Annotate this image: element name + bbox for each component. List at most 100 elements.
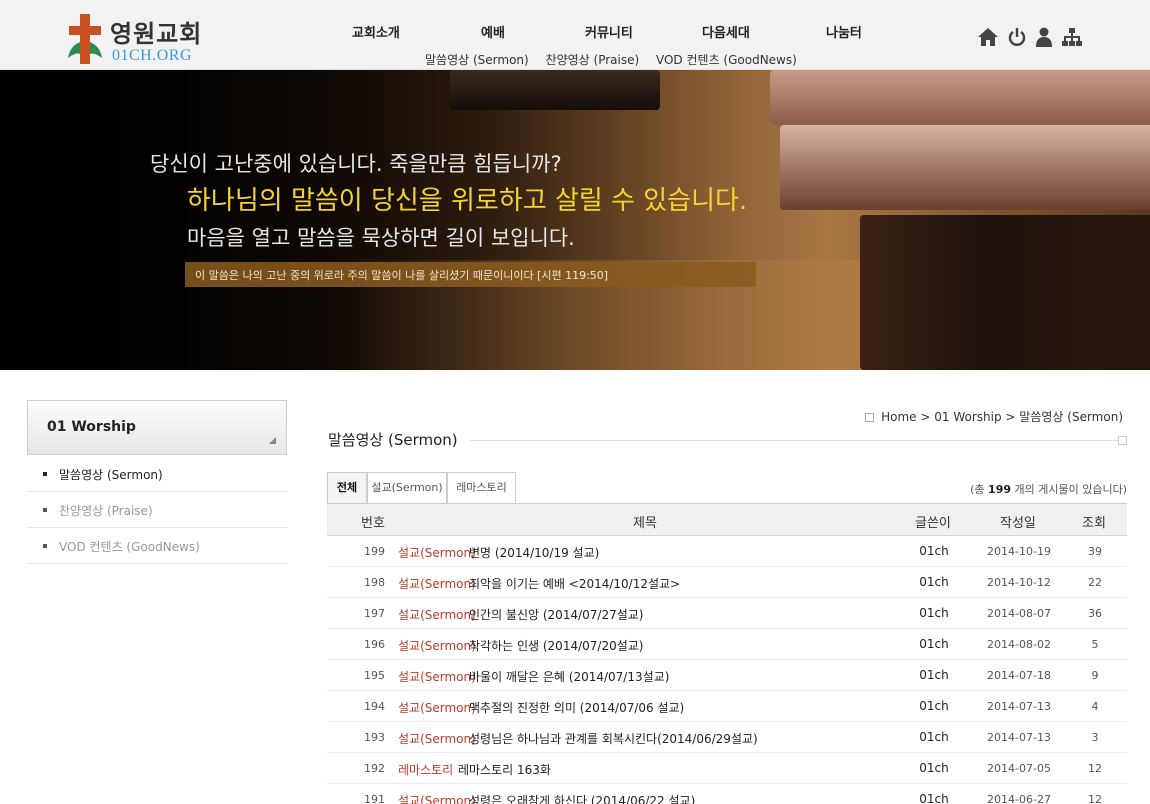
subnav-praise[interactable]: 찬양영상 (Praise): [546, 53, 640, 67]
row-category[interactable]: 설교(Sermon): [398, 575, 476, 592]
banner-line-1: 당신이 고난중에 있습니다. 죽을만큼 힘듭니까?: [150, 152, 562, 176]
row-number: 191: [364, 793, 385, 804]
row-writer[interactable]: 01ch: [908, 575, 960, 589]
row-category[interactable]: 설교(Sermon): [398, 637, 476, 654]
user-icon[interactable]: [1033, 26, 1055, 48]
hero-banner: 당신이 고난중에 있습니다. 죽을만큼 힘듭니까? 하나님의 말씀이 당신을 위…: [0, 70, 1150, 370]
row-date: 2014-07-18: [987, 669, 1051, 682]
row-date: 2014-07-05: [987, 762, 1051, 775]
row-subject-link[interactable]: 착각하는 인생 (2014/07/20설교): [469, 637, 643, 654]
subnav-vod[interactable]: VOD 컨텐츠 (GoodNews): [656, 53, 797, 67]
row-subject-link[interactable]: 성령님은 하나님과 관계를 회복시킨다(2014/06/29설교): [469, 730, 758, 747]
row-hits: 3: [1091, 731, 1099, 744]
nav-worship[interactable]: 예배: [481, 22, 505, 41]
subnav-sermon[interactable]: 말씀영상 (Sermon): [425, 53, 529, 67]
nav-community[interactable]: 커뮤니티: [585, 22, 633, 41]
row-date: 2014-10-19: [987, 545, 1051, 558]
total-number: 199: [988, 483, 1012, 496]
row-category[interactable]: 설교(Sermon): [398, 668, 476, 685]
row-writer[interactable]: 01ch: [908, 544, 960, 558]
row-date: 2014-07-13: [987, 700, 1051, 713]
breadcrumb-separator: >: [920, 410, 931, 424]
banner-line-2: 하나님의 말씀이 당신을 위로하고 살릴 수 있습니다.: [187, 186, 748, 216]
power-icon[interactable]: [1006, 26, 1028, 48]
sidebar-item-label: 말씀영상 (Sermon): [59, 468, 163, 482]
table-row: 191 설교(Sermon) 성령은 오래참게 하신다 (2014/06/22 …: [327, 784, 1127, 804]
site-header: 영원교회 01CH.ORG 교회소개 예배 커뮤니티 다음세대 나눔터 말씀영상…: [0, 0, 1150, 70]
tab-all[interactable]: 전체: [327, 472, 367, 503]
logo-name: 영원교회: [110, 20, 203, 48]
banner-book-back: [450, 70, 660, 110]
row-category[interactable]: 설교(Sermon): [398, 606, 476, 623]
sidebar-item-label: 찬양영상 (Praise): [59, 504, 153, 518]
sidebar-title-box[interactable]: 01 Worship: [27, 400, 287, 455]
row-number: 199: [364, 545, 385, 558]
main-nav: 교회소개 예배 커뮤니티 다음세대 나눔터: [330, 22, 890, 42]
home-icon[interactable]: [977, 26, 999, 48]
row-writer[interactable]: 01ch: [908, 668, 960, 682]
breadcrumb-home[interactable]: Home: [881, 410, 916, 424]
row-subject-link[interactable]: 죄악을 이기는 예배 <2014/10/12설교>: [469, 575, 680, 592]
row-hits: 4: [1091, 700, 1099, 713]
banner-book-bottom: [860, 215, 1150, 370]
row-category[interactable]: 설교(Sermon): [398, 699, 476, 716]
table-row: 198 설교(Sermon) 죄악을 이기는 예배 <2014/10/12설교>…: [327, 567, 1127, 598]
row-number: 193: [364, 731, 385, 744]
row-writer[interactable]: 01ch: [908, 792, 960, 804]
tab-sermon[interactable]: 설교(Sermon): [367, 472, 447, 503]
banner-verse-text: 이 말씀은 나의 고난 중의 위로라 주의 말씀이 나를 살리셨기 때문이니이다…: [195, 269, 609, 282]
row-hits: 12: [1088, 793, 1102, 804]
row-hits: 5: [1091, 638, 1099, 651]
bullet-icon: [43, 508, 47, 512]
corner-arrow-icon: [269, 437, 276, 444]
sidebar-title: 01 Worship: [47, 419, 136, 435]
row-subject-link[interactable]: 성령은 오래참게 하신다 (2014/06/22 설교): [469, 792, 695, 804]
bullet-icon: [43, 472, 47, 476]
table-header: 번호 제목 글쓴이 작성일 조회: [327, 504, 1127, 536]
nav-next-generation[interactable]: 다음세대: [702, 22, 750, 41]
row-subject-link[interactable]: 인간의 불신앙 (2014/07/27설교): [469, 606, 643, 623]
row-category[interactable]: 레마스토리: [398, 761, 453, 778]
page-title: 말씀영상 (Sermon): [328, 429, 470, 450]
row-category[interactable]: 설교(Sermon): [398, 544, 476, 561]
sitemap-icon[interactable]: [1061, 26, 1083, 48]
sidebar-item-sermon[interactable]: 말씀영상 (Sermon): [27, 456, 287, 492]
row-date: 2014-08-02: [987, 638, 1051, 651]
banner-verse-bar: 이 말씀은 나의 고난 중의 위로라 주의 말씀이 나를 살리셨기 때문이니이다…: [185, 262, 756, 287]
row-category[interactable]: 설교(Sermon): [398, 730, 476, 747]
table-row: 197 설교(Sermon) 인간의 불신앙 (2014/07/27설교) 01…: [327, 598, 1127, 629]
column-header-writer: 글쓴이: [915, 516, 951, 531]
table-row: 192 레마스토리 레마스토리 163화 01ch 2014-07-05 12: [327, 753, 1127, 784]
table-row: 194 설교(Sermon) 맥추절의 진정한 의미 (2014/07/06 설…: [327, 691, 1127, 722]
banner-line-3: 마음을 열고 말씀을 묵상하면 길이 보입니다.: [187, 226, 575, 250]
utility-icons: [977, 26, 1087, 48]
row-hits: 9: [1091, 669, 1099, 682]
breadcrumb-section[interactable]: 01 Worship: [934, 410, 1001, 424]
column-header-number: 번호: [361, 516, 385, 531]
row-subject-link[interactable]: 맥추절의 진정한 의미 (2014/07/06 설교): [469, 699, 684, 716]
row-writer[interactable]: 01ch: [908, 606, 960, 620]
worship-submenu: 말씀영상 (Sermon) 찬양영상 (Praise) VOD 컨텐츠 (Goo…: [425, 51, 810, 67]
sidebar-item-vod[interactable]: VOD 컨텐츠 (GoodNews): [27, 528, 287, 564]
sidebar-item-praise[interactable]: 찬양영상 (Praise): [27, 492, 287, 528]
row-writer[interactable]: 01ch: [908, 637, 960, 651]
row-writer[interactable]: 01ch: [908, 699, 960, 713]
breadcrumb-separator: >: [1005, 410, 1016, 424]
column-header-hits: 조회: [1082, 516, 1106, 531]
site-logo[interactable]: 영원교회 01CH.ORG: [66, 12, 206, 68]
nav-church-intro[interactable]: 교회소개: [352, 22, 400, 41]
row-hits: 12: [1088, 762, 1102, 775]
row-date: 2014-08-07: [987, 607, 1051, 620]
row-subject-link[interactable]: 변명 (2014/10/19 설교): [469, 544, 599, 561]
row-category[interactable]: 설교(Sermon): [398, 792, 476, 804]
row-subject-link[interactable]: 바울이 깨달은 은혜 (2014/07/13설교): [469, 668, 669, 685]
nav-sharing[interactable]: 나눔터: [826, 22, 862, 41]
cross-logo-icon: [68, 14, 102, 64]
row-subject-link[interactable]: 레마스토리 163화: [458, 761, 551, 778]
row-number: 197: [364, 607, 385, 620]
sidebar-item-label: VOD 컨텐츠 (GoodNews): [59, 540, 200, 554]
logo-domain: 01CH.ORG: [112, 47, 193, 64]
row-writer[interactable]: 01ch: [908, 730, 960, 744]
row-writer[interactable]: 01ch: [908, 761, 960, 775]
tab-rhema-story[interactable]: 레마스토리: [447, 472, 516, 503]
